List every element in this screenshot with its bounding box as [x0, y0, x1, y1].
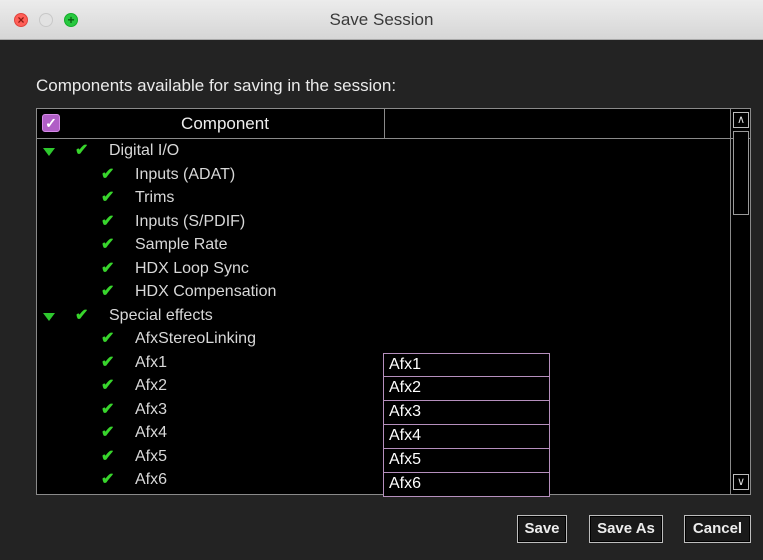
component-label: AfxStereoLinking [135, 330, 256, 347]
list-item[interactable]: ✔ Inputs (S/PDIF) [37, 211, 730, 235]
name-field[interactable]: Afx3 [383, 401, 550, 425]
name-field[interactable]: Afx4 [383, 425, 550, 449]
list-item[interactable]: ✔ Trims [37, 187, 730, 211]
checkmark-icon[interactable]: ✔ [101, 329, 117, 347]
checkmark-icon[interactable]: ✔ [101, 470, 117, 488]
component-label: Afx5 [135, 447, 168, 465]
checkmark-icon[interactable]: ✔ [101, 400, 117, 418]
list-item[interactable]: ✔ Inputs (ADAT) [37, 164, 730, 188]
list-item[interactable]: ✔ Special effects [37, 305, 730, 329]
checkmark-icon[interactable]: ✔ [101, 376, 117, 394]
list-item[interactable]: ✔ HDX Compensation [37, 281, 730, 305]
name-field[interactable]: Afx6 [383, 473, 550, 497]
components-heading: Components available for saving in the s… [36, 76, 397, 95]
scroll-up-icon[interactable]: ∧ [733, 112, 749, 128]
select-all-checkbox[interactable]: ✓ [42, 114, 60, 132]
list-item[interactable]: ✔ Sample Rate [37, 234, 730, 258]
component-label: Afx3 [135, 400, 168, 418]
name-field[interactable]: Afx1 [383, 353, 550, 377]
scroll-down-icon[interactable]: ∨ [733, 474, 749, 490]
component-label: Inputs (S/PDIF) [135, 212, 246, 230]
name-column-header[interactable] [385, 109, 730, 138]
component-label: HDX Loop Sync [135, 259, 249, 277]
list-item[interactable]: ✔ AfxStereoLinking [37, 328, 730, 352]
checkmark-icon[interactable]: ✔ [75, 141, 91, 159]
save-as-button[interactable]: Save As [589, 515, 663, 543]
checkmark-icon[interactable]: ✔ [101, 259, 117, 277]
disclosure-triangle-icon[interactable] [43, 148, 55, 156]
save-button[interactable]: Save [517, 515, 567, 543]
components-table: ✓ Component ✔ Digital I/O ✔ Inputs (ADAT) ✔ T… [36, 108, 751, 497]
title-bar: × + Save Session [0, 0, 763, 40]
component-label: Sample Rate [135, 236, 228, 253]
list-item[interactable]: ✔ Digital I/O [37, 140, 730, 164]
checkmark-icon[interactable]: ✔ [101, 447, 117, 465]
component-label: Afx1 [135, 353, 168, 371]
checkmark-icon[interactable]: ✔ [101, 423, 117, 441]
checkmark-icon[interactable]: ✔ [101, 282, 117, 300]
scrollbar-thumb[interactable] [733, 131, 749, 215]
name-field-column: Afx1 Afx2 Afx3 Afx4 Afx5 Afx6 [383, 353, 550, 497]
name-field[interactable]: Afx2 [383, 377, 550, 401]
disclosure-triangle-icon[interactable] [43, 312, 55, 321]
component-label: Afx4 [135, 424, 168, 441]
component-label: Afx2 [135, 377, 168, 394]
component-label: Inputs (ADAT) [135, 165, 236, 183]
component-label: Trims [135, 189, 175, 206]
window-title: Save Session [329, 10, 434, 29]
checkmark-icon[interactable]: ✔ [101, 353, 117, 371]
component-column-header[interactable]: Component [65, 109, 385, 138]
table-header: ✓ Component [37, 109, 750, 139]
cancel-button[interactable]: Cancel [684, 515, 751, 543]
component-label: Afx6 [135, 471, 168, 488]
component-label: Digital I/O [109, 142, 180, 159]
component-label: Special effects [109, 306, 213, 324]
checkmark-icon[interactable]: ✔ [101, 212, 117, 230]
checkmark-icon[interactable]: ✔ [101, 165, 117, 183]
name-field[interactable]: Afx5 [383, 449, 550, 473]
checkmark-icon[interactable]: ✔ [101, 235, 117, 253]
component-label: HDX Compensation [135, 283, 277, 300]
list-item[interactable]: ✔ HDX Loop Sync [37, 258, 730, 282]
checkmark-icon[interactable]: ✔ [101, 188, 117, 206]
vertical-scrollbar[interactable]: ∧ ∨ [730, 109, 750, 494]
checkmark-icon[interactable]: ✔ [75, 306, 91, 324]
